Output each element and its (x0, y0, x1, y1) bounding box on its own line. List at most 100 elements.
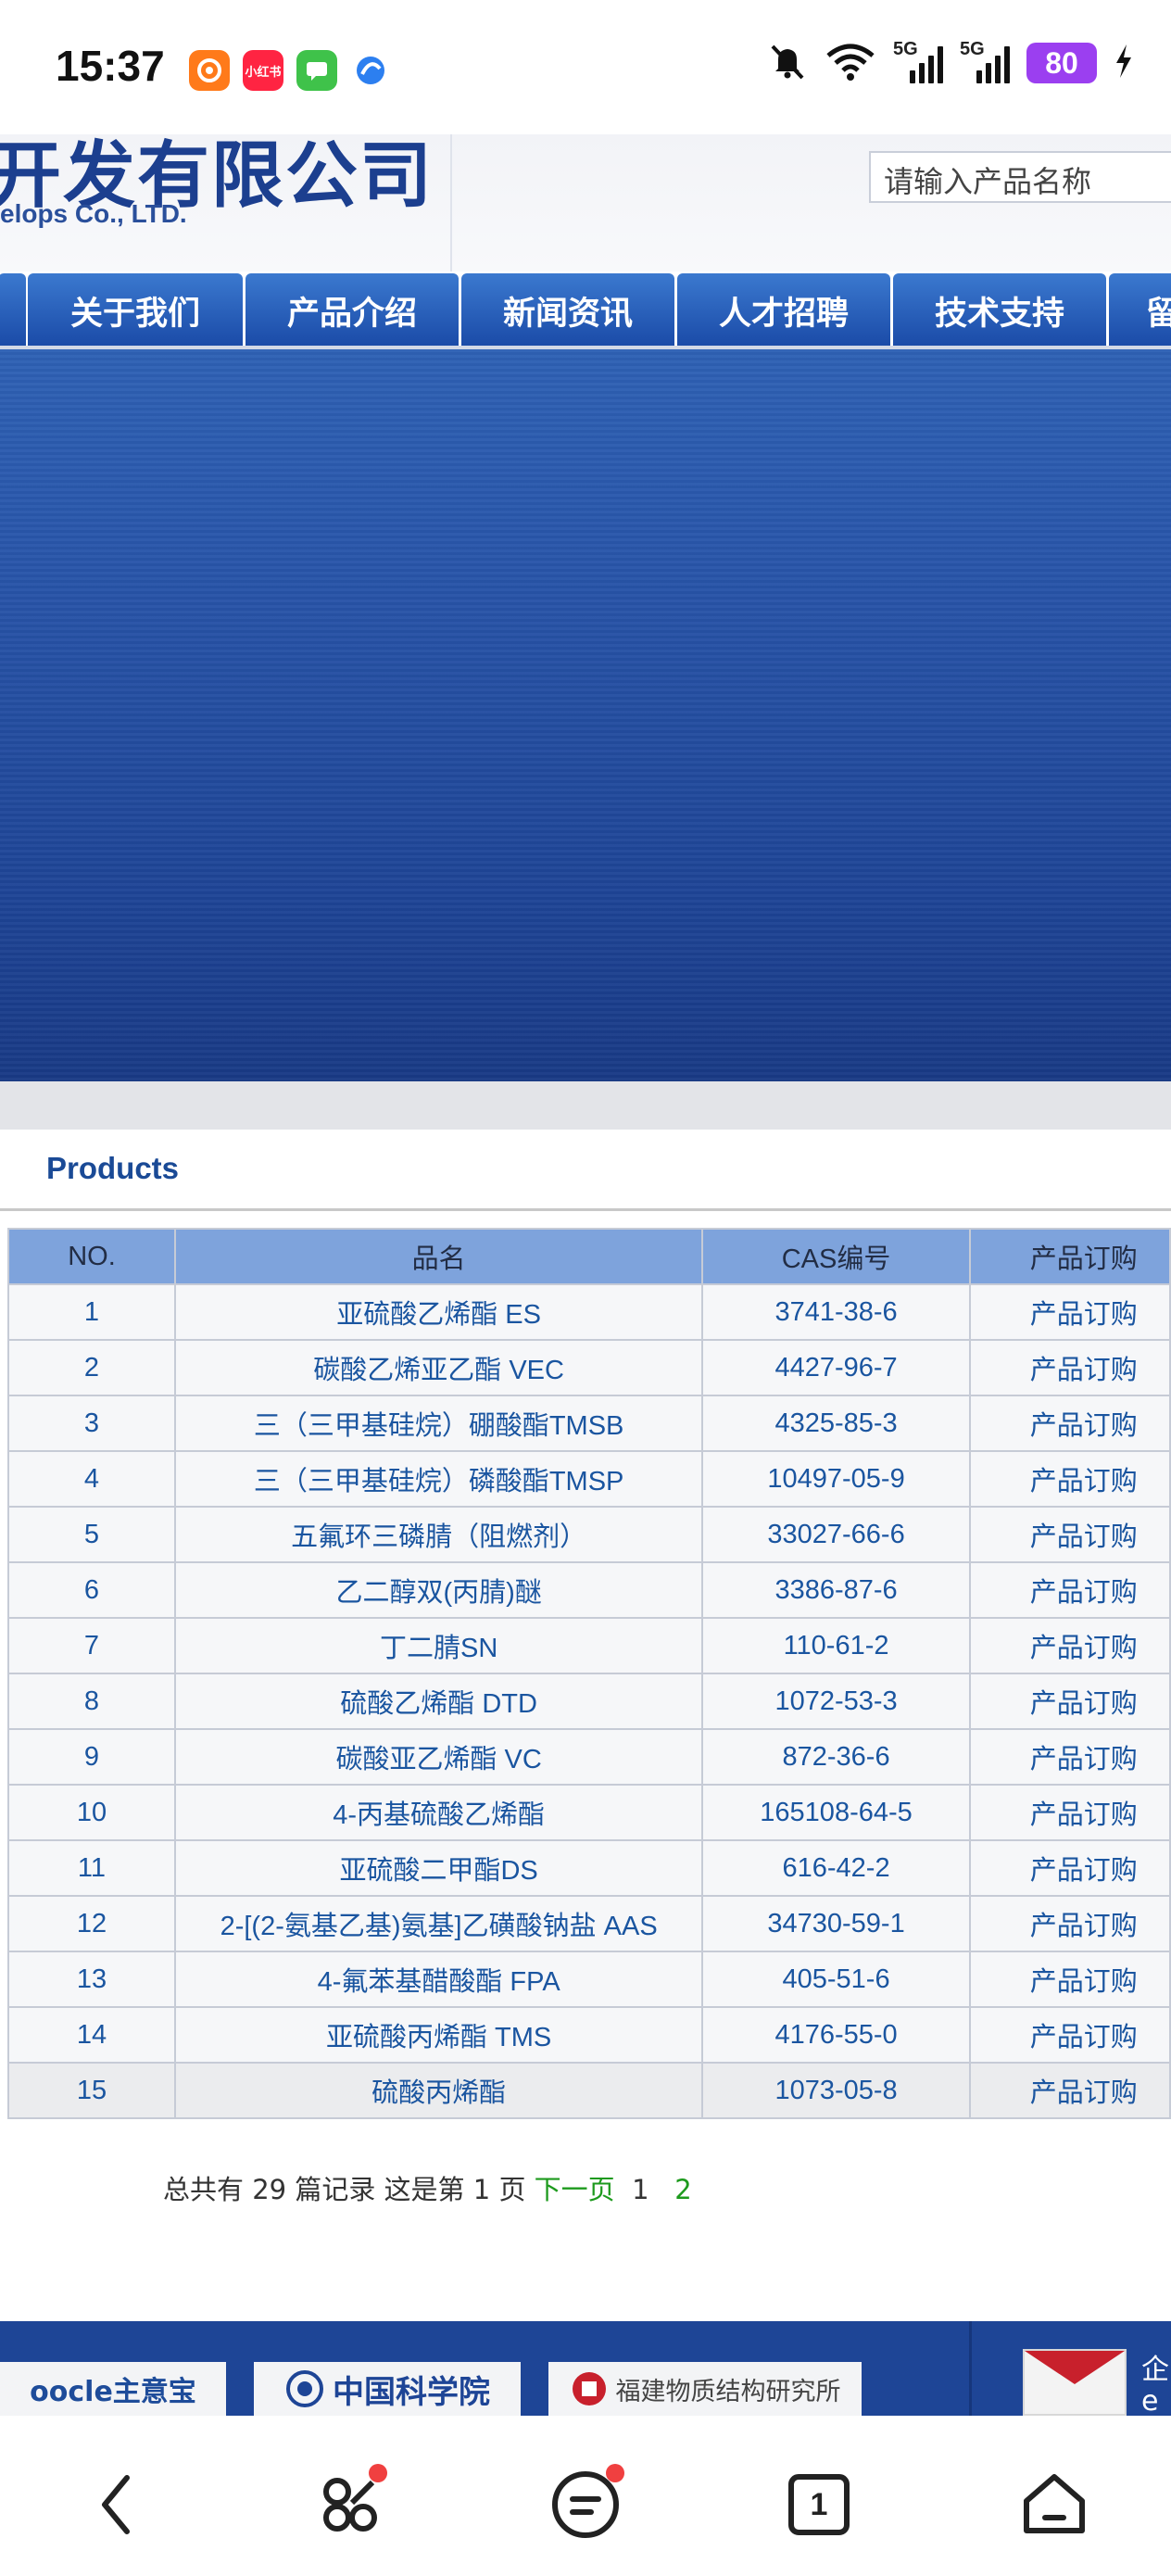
table-row: 1 亚硫酸乙烯酯 ES 3741-38-6 产品订购 (7, 1283, 1171, 1341)
nav-item-products[interactable]: 产品介绍 (246, 273, 459, 347)
table-row: 9 碳酸亚乙烯酯 VC 872-36-6 产品订购 (7, 1728, 1171, 1786)
pagination-summary: 总共有 29 篇记录 这是第 1 页 (163, 2174, 526, 2205)
row-cas: 405-51-6 (701, 1951, 971, 2008)
table-row: 6 乙二醇双(丙腈)醚 3386-87-6 产品订购 (7, 1561, 1171, 1619)
nav-item-about[interactable]: 关于我们 (28, 273, 243, 347)
row-cas: 3741-38-6 (701, 1283, 971, 1341)
row-cas: 33027-66-6 (701, 1506, 971, 1563)
table-row: 4 三（三甲基硅烷）磷酸酯TMSP 10497-05-9 产品订购 (7, 1450, 1171, 1508)
row-cas: 165108-64-5 (701, 1784, 971, 1841)
table-row: 7 丁二腈SN 110-61-2 产品订购 (7, 1617, 1171, 1674)
nav-item-message[interactable]: 留 (1109, 273, 1171, 347)
row-product-name[interactable]: 乙二醇双(丙腈)醚 (173, 1561, 704, 1619)
row-no: 2 (7, 1339, 176, 1396)
nav-item-partial[interactable] (0, 273, 26, 347)
row-product-name[interactable]: 碳酸亚乙烯酯 VC (173, 1728, 704, 1786)
row-order-link[interactable]: 产品订购 (968, 1951, 1171, 2008)
row-cas: 872-36-6 (701, 1728, 971, 1786)
col-header-cas: CAS编号 (701, 1228, 971, 1285)
banner-texture (0, 349, 1171, 1081)
row-cas: 110-61-2 (701, 1617, 971, 1674)
row-order-link[interactable]: 产品订购 (968, 1339, 1171, 1396)
row-order-link[interactable]: 产品订购 (968, 1617, 1171, 1674)
wifi-icon (825, 41, 876, 85)
row-order-link[interactable]: 产品订购 (968, 1283, 1171, 1341)
row-no: 4 (7, 1450, 176, 1508)
col-header-order: 产品订购 (968, 1228, 1171, 1285)
row-no: 7 (7, 1617, 176, 1674)
row-order-link[interactable]: 产品订购 (968, 2062, 1171, 2119)
row-product-name[interactable]: 五氟环三磷腈（阻燃剂） (173, 1506, 704, 1563)
tab-count: 1 (810, 2486, 828, 2522)
company-logo-subtitle: elops Co., LTD. (0, 199, 187, 228)
row-order-link[interactable]: 产品订购 (968, 2006, 1171, 2064)
row-no: 5 (7, 1506, 176, 1563)
next-page-link[interactable]: 下一页 (535, 2174, 615, 2205)
back-icon[interactable] (80, 2468, 154, 2542)
table-row: 13 4-氟苯基醋酸酯 FPA 405-51-6 产品订购 (7, 1951, 1171, 2008)
row-product-name[interactable]: 4-丙基硫酸乙烯酯 (173, 1784, 704, 1841)
row-no: 13 (7, 1951, 176, 2008)
row-order-link[interactable]: 产品订购 (968, 1895, 1171, 1952)
row-order-link[interactable]: 产品订购 (968, 1561, 1171, 1619)
mail-icon[interactable] (1023, 2349, 1127, 2416)
row-order-link[interactable]: 产品订购 (968, 1839, 1171, 1897)
row-product-name[interactable]: 丁二腈SN (173, 1617, 704, 1674)
row-order-link[interactable]: 产品订购 (968, 1784, 1171, 1841)
browser-bottom-bar: 1 (0, 2416, 1171, 2576)
row-order-link[interactable]: 产品订购 (968, 1450, 1171, 1508)
row-no: 8 (7, 1673, 176, 1730)
charging-icon (1114, 43, 1134, 83)
notification-dot-2 (606, 2464, 624, 2482)
nav-item-careers[interactable]: 人才招聘 (677, 273, 890, 347)
partner-logo-cas[interactable]: 中国科学院 (254, 2362, 521, 2416)
status-bar: 15:37 小红书 5G 5G 80 (0, 0, 1171, 134)
home-icon[interactable] (1017, 2468, 1091, 2542)
status-time: 15:37 (56, 42, 165, 90)
battery-indicator: 80 (1026, 43, 1097, 83)
messages-app-icon (296, 50, 337, 91)
table-row: 15 硫酸丙烯酯 1073-05-8 产品订购 (7, 2062, 1171, 2119)
row-no: 10 (7, 1784, 176, 1841)
row-order-link[interactable]: 产品订购 (968, 1728, 1171, 1786)
nav-item-support[interactable]: 技术支持 (893, 273, 1106, 347)
cellular-signal-icon-2: 5G (960, 39, 1010, 83)
tabs-icon[interactable]: 1 (782, 2468, 856, 2542)
row-order-link[interactable]: 产品订购 (968, 1506, 1171, 1563)
nav-item-news[interactable]: 新闻资讯 (461, 273, 674, 347)
row-cas: 3386-87-6 (701, 1561, 971, 1619)
row-cas: 10497-05-9 (701, 1450, 971, 1508)
row-no: 12 (7, 1895, 176, 1952)
row-product-name[interactable]: 亚硫酸丙烯酯 TMS (173, 2006, 704, 2064)
table-row: 2 碳酸乙烯亚乙酯 VEC 4427-96-7 产品订购 (7, 1339, 1171, 1396)
partner-logo-oocle[interactable]: oocle主意宝 (0, 2362, 226, 2416)
row-product-name[interactable]: 2-[(2-氨基乙基)氨基]乙磺酸钠盐 AAS (173, 1895, 704, 1952)
product-search-input[interactable]: 请输入产品名称 (869, 151, 1171, 203)
products-table: NO. 品名 CAS编号 产品订购 1 亚硫酸乙烯酯 ES 3741-38-6 产品订… (7, 1228, 1171, 2119)
row-product-name[interactable]: 亚硫酸二甲酯DS (173, 1839, 704, 1897)
row-product-name[interactable]: 4-氟苯基醋酸酯 FPA (173, 1951, 704, 2008)
row-product-name[interactable]: 三（三甲基硅烷）硼酸酯TMSB (173, 1395, 704, 1452)
partner-logo-fjirsm[interactable]: 福建物质结构研究所 (548, 2362, 862, 2416)
row-order-link[interactable]: 产品订购 (968, 1395, 1171, 1452)
table-row: 5 五氟环三磷腈（阻燃剂） 33027-66-6 产品订购 (7, 1506, 1171, 1563)
row-product-name[interactable]: 亚硫酸乙烯酯 ES (173, 1283, 704, 1341)
status-indicators: 5G 5G 80 (767, 39, 1134, 85)
row-product-name[interactable]: 碳酸乙烯亚乙酯 VEC (173, 1339, 704, 1396)
row-cas: 4325-85-3 (701, 1395, 971, 1452)
row-product-name[interactable]: 三（三甲基硅烷）磷酸酯TMSP (173, 1450, 704, 1508)
main-nav: 关于我们 产品介绍 新闻资讯 人才招聘 技术支持 留 (0, 271, 1171, 349)
footer-side-text: 企 e (1141, 2354, 1169, 2417)
col-header-no: NO. (7, 1228, 176, 1285)
menu-icon[interactable] (548, 2464, 624, 2542)
row-product-name[interactable]: 硫酸乙烯酯 DTD (173, 1673, 704, 1730)
partner-footer: oocle主意宝 中国科学院 福建物质结构研究所 企 e (0, 2321, 1171, 2416)
page-link-2[interactable]: 2 (674, 2174, 691, 2205)
apps-menu-icon[interactable] (313, 2464, 387, 2542)
table-row: 14 亚硫酸丙烯酯 TMS 4176-55-0 产品订购 (7, 2006, 1171, 2064)
row-product-name[interactable]: 硫酸丙烯酯 (173, 2062, 704, 2119)
table-row: 12 2-[(2-氨基乙基)氨基]乙磺酸钠盐 AAS 34730-59-1 产品订购 (7, 1895, 1171, 1952)
section-spacer (0, 1081, 1171, 1130)
row-order-link[interactable]: 产品订购 (968, 1673, 1171, 1730)
footer-divider (969, 2321, 972, 2416)
